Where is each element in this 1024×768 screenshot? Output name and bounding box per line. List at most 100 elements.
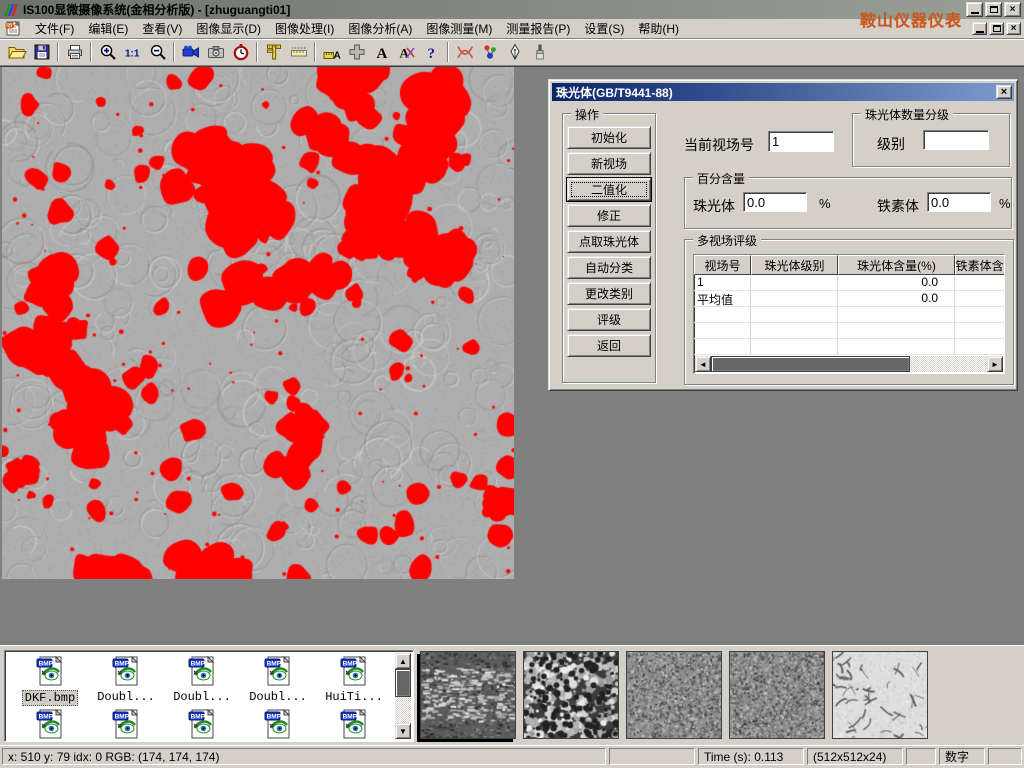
file-item[interactable]: BMP xyxy=(165,708,239,739)
table-row[interactable] xyxy=(694,339,1005,355)
menu-item-4[interactable]: 图像处理(I) xyxy=(268,18,341,39)
file-item[interactable]: BMPDKF.bmp xyxy=(13,655,87,706)
merge-cross-button[interactable] xyxy=(344,41,369,64)
scroll-up-icon[interactable]: ▲ xyxy=(395,653,411,669)
child-restore-button[interactable] xyxy=(989,22,1004,35)
op-button-6[interactable]: 更改类别 xyxy=(567,282,651,305)
status-bar: x: 510 y: 79 idx: 0 RGB: (174, 174, 174)… xyxy=(0,745,1024,768)
actual-size-button[interactable]: 1:1 xyxy=(120,41,145,64)
scroll-left-icon[interactable]: ◄ xyxy=(695,356,711,372)
video-camera-button[interactable] xyxy=(178,41,203,64)
dialog-close-icon[interactable]: × xyxy=(996,85,1012,99)
table-cell xyxy=(694,307,751,323)
file-item[interactable]: BMP xyxy=(13,708,87,739)
menu-item-3[interactable]: 图像显示(D) xyxy=(189,18,268,39)
file-item[interactable]: BMPDoubl... xyxy=(241,655,315,706)
menu-item-7[interactable]: 测量报告(P) xyxy=(499,18,577,39)
file-item[interactable]: BMPHuiTi... xyxy=(317,655,391,706)
table-row[interactable]: 平均值0.0 xyxy=(694,291,1005,307)
op-button-8[interactable]: 返回 xyxy=(567,334,651,357)
text-a-button[interactable]: A xyxy=(369,41,394,64)
rating-table[interactable]: 视场号珠光体级别珠光体含量(%)铁素体含量(%) 10.0平均值0.0 ◄ ► xyxy=(693,254,1005,374)
scroll-down-icon[interactable]: ▼ xyxy=(395,723,411,739)
file-item[interactable]: BMP xyxy=(89,708,163,739)
thumbnail-2[interactable] xyxy=(626,651,722,739)
status-panel-4 xyxy=(906,748,936,765)
op-button-7[interactable]: 评级 xyxy=(567,308,651,331)
op-button-3[interactable]: 修正 xyxy=(567,204,651,227)
table-row[interactable] xyxy=(694,307,1005,323)
op-button-5[interactable]: 自动分类 xyxy=(567,256,651,279)
delete-curve-button[interactable] xyxy=(452,41,477,64)
table-hscrollbar[interactable]: ◄ ► xyxy=(695,356,1003,372)
vscroll-thumb[interactable] xyxy=(395,669,411,697)
minimize-button[interactable] xyxy=(966,2,983,17)
document-icon[interactable]: DOC xyxy=(4,21,24,37)
status-panel-3: (512x512x24) xyxy=(807,748,903,765)
scroll-right-icon[interactable]: ► xyxy=(987,356,1003,372)
zoom-out-button[interactable] xyxy=(145,41,170,64)
status-panel-6 xyxy=(988,748,1022,765)
table-row[interactable] xyxy=(694,323,1005,339)
table-row[interactable]: 10.0 xyxy=(694,275,1005,291)
child-minimize-button[interactable] xyxy=(972,22,987,35)
menu-item-5[interactable]: 图像分析(A) xyxy=(341,18,419,39)
svg-text:A: A xyxy=(399,46,409,61)
pearlite-percent-input[interactable] xyxy=(743,192,807,212)
hscroll-thumb[interactable] xyxy=(711,356,910,372)
pearlite-dialog: 珠光体(GB/T9441-88) × 操作 初始化新视场二值化修正点取珠光体自动… xyxy=(548,79,1018,391)
op-button-0[interactable]: 初始化 xyxy=(567,126,651,149)
pen-button[interactable] xyxy=(502,41,527,64)
percent-group-label: 百分含量 xyxy=(693,170,749,187)
file-item[interactable]: BMP xyxy=(317,708,391,739)
timer-clock-button[interactable] xyxy=(228,41,253,64)
child-close-button[interactable]: × xyxy=(1006,22,1021,35)
menu-item-0[interactable]: 文件(F) xyxy=(28,18,81,39)
bmp-file-icon: BMP xyxy=(261,708,295,739)
thumbnail-1[interactable] xyxy=(523,651,619,739)
zoom-in-button[interactable] xyxy=(95,41,120,64)
table-header-2[interactable]: 珠光体含量(%) xyxy=(838,255,955,275)
table-header-0[interactable]: 视场号 xyxy=(694,255,751,275)
save-button[interactable] xyxy=(29,41,54,64)
thumbnail-4[interactable] xyxy=(832,651,928,739)
camera-icon xyxy=(206,42,226,62)
text-delete-button[interactable]: A xyxy=(394,41,419,64)
grade-input[interactable] xyxy=(923,130,989,150)
menu-item-9[interactable]: 帮助(H) xyxy=(631,18,686,39)
particles-button[interactable] xyxy=(477,41,502,64)
thumbnail-0[interactable] xyxy=(420,651,516,739)
file-item[interactable]: BMPDoubl... xyxy=(89,655,163,706)
help-button[interactable]: ? xyxy=(419,41,444,64)
file-vscrollbar[interactable]: ▲ ▼ xyxy=(395,653,411,739)
brush-button[interactable] xyxy=(527,41,552,64)
measure-label-button[interactable]: A xyxy=(319,41,344,64)
restore-button[interactable] xyxy=(985,2,1002,17)
percent-group: 百分含量 珠光体 % 铁素体 % xyxy=(684,177,1012,229)
close-button[interactable]: × xyxy=(1004,2,1021,17)
ferrite-percent-input[interactable] xyxy=(927,192,991,212)
svg-text:BMP: BMP xyxy=(115,661,130,668)
table-header-1[interactable]: 珠光体级别 xyxy=(751,255,838,275)
menu-item-8[interactable]: 设置(S) xyxy=(577,18,631,39)
print-button[interactable] xyxy=(62,41,87,64)
op-button-1[interactable]: 新视场 xyxy=(567,152,651,175)
menu-item-6[interactable]: 图像测量(M) xyxy=(419,18,499,39)
thumbnail-3[interactable] xyxy=(729,651,825,739)
dialog-title-bar[interactable]: 珠光体(GB/T9441-88) × xyxy=(552,83,1014,101)
table-header-3[interactable]: 铁素体含量(%) xyxy=(955,255,1005,275)
open-folder-button[interactable] xyxy=(4,41,29,64)
op-button-4[interactable]: 点取珠光体 xyxy=(567,230,651,253)
ruler-button[interactable] xyxy=(286,41,311,64)
file-item[interactable]: BMPDoubl... xyxy=(165,655,239,706)
caliper-button[interactable] xyxy=(261,41,286,64)
metallograph-image[interactable] xyxy=(2,67,514,579)
op-button-2[interactable]: 二值化 xyxy=(567,178,651,201)
menu-item-2[interactable]: 查看(V) xyxy=(135,18,189,39)
file-item[interactable]: BMP xyxy=(241,708,315,739)
camera-button[interactable] xyxy=(203,41,228,64)
menu-item-1[interactable]: 编辑(E) xyxy=(81,18,135,39)
operations-group: 操作 初始化新视场二值化修正点取珠光体自动分类更改类别评级返回 xyxy=(562,113,656,383)
current-field-input[interactable] xyxy=(768,131,834,152)
svg-text:BMP: BMP xyxy=(343,714,358,721)
